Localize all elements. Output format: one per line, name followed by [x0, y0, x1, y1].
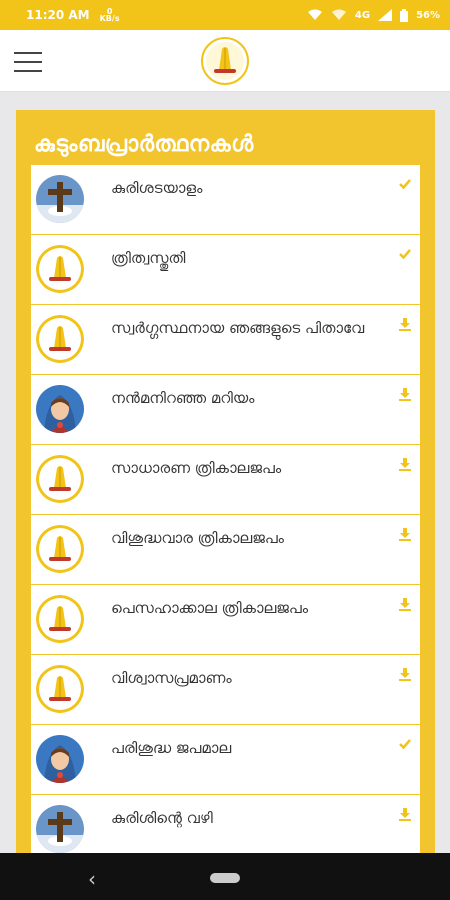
download-icon[interactable]: [398, 316, 412, 331]
prayer-title: പെസഹാക്കാല ത്രികാലജപം: [111, 599, 309, 617]
prayer-list-item[interactable]: നൻമനിറഞ്ഞ മറിയം: [31, 375, 420, 445]
wifi-icon: [307, 9, 322, 20]
home-pill-icon[interactable]: [210, 873, 240, 883]
praying-hands-avatar-icon: [36, 525, 84, 573]
prayer-title: കുരിശിന്റെ വഴി: [111, 809, 213, 827]
mary-avatar-icon: [36, 385, 84, 433]
cross-avatar-icon: [36, 175, 84, 223]
system-nav-bar: ‹: [0, 853, 450, 900]
battery-icon: [400, 8, 409, 22]
network-speed-unit: KB/s: [99, 14, 120, 23]
prayer-list-item[interactable]: സാധാരണ ത്രികാലജപം: [31, 445, 420, 515]
check-icon: [398, 176, 412, 190]
prayer-title: വിശ്വാസപ്രമാണം: [111, 669, 232, 687]
network-speed: 0 KB/s: [99, 8, 120, 23]
download-icon[interactable]: [398, 386, 412, 401]
download-icon[interactable]: [398, 666, 412, 681]
back-icon[interactable]: ‹: [88, 867, 96, 891]
battery-level: 56%: [416, 9, 440, 21]
app-bar: [0, 30, 450, 92]
praying-hands-avatar-icon: [36, 455, 84, 503]
praying-hands-avatar-icon: [36, 315, 84, 363]
prayer-title: കുരിശടയാളം: [111, 179, 203, 197]
prayer-list-card: കുടുംബപ്രാർത്ഥനകൾ കുരിശടയാളം ത്രിത്വസ്തുത…: [16, 110, 435, 860]
mary-avatar-icon: [36, 735, 84, 783]
prayer-title: സാധാരണ ത്രികാലജപം: [111, 459, 282, 477]
download-icon[interactable]: [398, 526, 412, 541]
prayer-list: കുരിശടയാളം ത്രിത്വസ്തുതി സ്വർഗ്ഗസ്ഥനായ ഞങ്…: [31, 165, 420, 860]
prayer-title: ത്രിത്വസ്തുതി: [111, 249, 186, 267]
praying-hands-avatar-icon: [36, 595, 84, 643]
check-icon: [398, 736, 412, 750]
signal-icon: [378, 9, 393, 21]
prayer-title: നൻമനിറഞ്ഞ മറിയം: [111, 389, 255, 407]
cross-avatar-icon: [36, 805, 84, 853]
status-time: 11:20 AM: [26, 8, 90, 22]
prayer-list-item[interactable]: കുരിശിന്റെ വഴി: [31, 795, 420, 860]
prayer-list-item[interactable]: സ്വർഗ്ഗസ്ഥനായ ഞങ്ങളുടെ പിതാവേ: [31, 305, 420, 375]
prayer-list-item[interactable]: കുരിശടയാളം: [31, 165, 420, 235]
wifi-icon: [331, 9, 346, 20]
prayer-list-item[interactable]: വിശ്വാസപ്രമാണം: [31, 655, 420, 725]
prayer-title: പരിശുദ്ധ ജപമാല: [111, 739, 232, 757]
download-icon[interactable]: [398, 596, 412, 611]
prayer-list-item[interactable]: ത്രിത്വസ്തുതി: [31, 235, 420, 305]
prayer-list-item[interactable]: പെസഹാക്കാല ത്രികാലജപം: [31, 585, 420, 655]
hamburger-menu-icon[interactable]: [14, 50, 44, 74]
download-icon[interactable]: [398, 806, 412, 821]
prayer-title: സ്വർഗ്ഗസ്ഥനായ ഞങ്ങളുടെ പിതാവേ: [111, 319, 365, 337]
praying-hands-avatar-icon: [36, 665, 84, 713]
prayer-list-item[interactable]: പരിശുദ്ധ ജപമാല: [31, 725, 420, 795]
download-icon[interactable]: [398, 456, 412, 471]
prayer-title: വിശുദ്ധവാര ത്രികാലജപം: [111, 529, 284, 547]
prayer-list-item[interactable]: വിശുദ്ധവാര ത്രികാലജപം: [31, 515, 420, 585]
status-bar: 11:20 AM 0 KB/s 4G 56%: [0, 0, 450, 30]
network-type: 4G: [354, 9, 371, 21]
praying-hands-avatar-icon: [36, 245, 84, 293]
check-icon: [398, 246, 412, 260]
status-icons: 4G 56%: [307, 8, 440, 22]
page-title: കുടുംബപ്രാർത്ഥനകൾ: [34, 132, 254, 157]
praying-hands-logo-icon[interactable]: [200, 36, 250, 86]
